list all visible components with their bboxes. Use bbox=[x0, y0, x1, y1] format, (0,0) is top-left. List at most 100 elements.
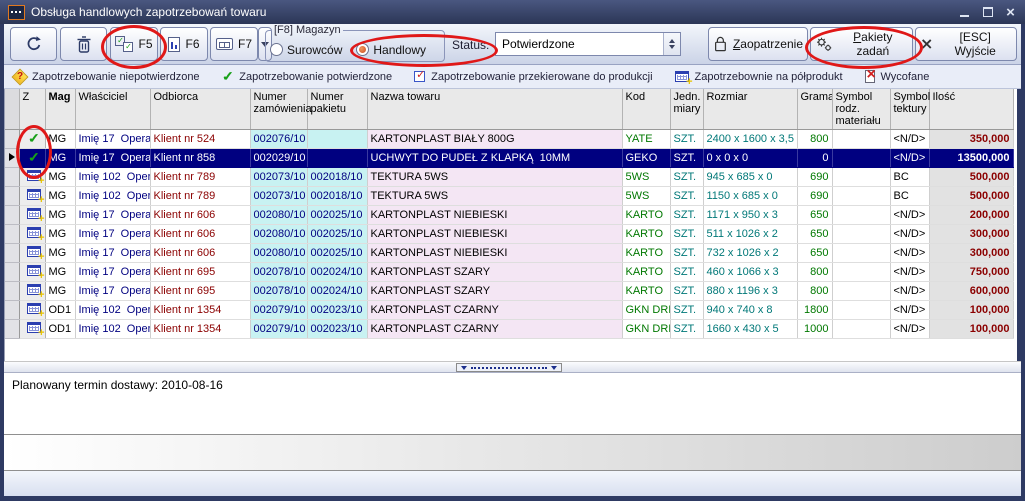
col-header-jedn-miary[interactable]: Jedn. miary bbox=[670, 89, 703, 130]
col-header-odbiorca[interactable]: Odbiorca bbox=[150, 89, 250, 130]
col-header-kod[interactable]: Kod bbox=[622, 89, 670, 130]
col-header-symbol-rodz[interactable]: Symbol rodz. materiału bbox=[832, 89, 890, 130]
row-selector-cell[interactable] bbox=[5, 263, 19, 282]
window-title: Obsługa handlowych zapotrzebowań towaru bbox=[31, 5, 952, 19]
cell-package_no: 002023/10 bbox=[307, 320, 367, 339]
pakiety-zadan-button[interactable]: Pakiety zadań bbox=[810, 27, 913, 61]
col-header-numer-pakietu[interactable]: Numer pakietu bbox=[307, 89, 367, 130]
cell-package_no: 002024/10 bbox=[307, 263, 367, 282]
confirm-f5-button[interactable]: ✓✓ F5 bbox=[110, 27, 158, 61]
requisitions-table[interactable]: Z Mag Właściciel Odbiorca Numer zamówien… bbox=[5, 89, 1014, 339]
cell-unit: SZT. bbox=[670, 301, 703, 320]
table-row[interactable]: +OD1Imię 102 OperaKlient nr 1354002079/1… bbox=[5, 301, 1013, 320]
row-selector-cell[interactable] bbox=[5, 149, 19, 168]
table-row[interactable]: +MGImię 17 OperatKlient nr 606002080/100… bbox=[5, 206, 1013, 225]
cell-name: KARTONPLAST NIEBIESKI bbox=[367, 225, 622, 244]
minimize-button-icon[interactable] bbox=[958, 6, 971, 19]
cell-order_no: 002078/10 bbox=[250, 263, 307, 282]
delete-button[interactable] bbox=[60, 27, 107, 61]
cell-name: KARTONPLAST SZARY bbox=[367, 263, 622, 282]
cell-name: TEKTURA 5WS bbox=[367, 187, 622, 206]
col-header-gramatura[interactable]: Gramatura bbox=[797, 89, 832, 130]
halfproduct-icon: + bbox=[27, 227, 41, 238]
radio-surowcow[interactable]: Surowców bbox=[270, 43, 342, 57]
row-selector-cell[interactable] bbox=[5, 320, 19, 339]
col-header-nazwa-towaru[interactable]: Nazwa towaru bbox=[367, 89, 622, 130]
cell-order_no: 002073/10 bbox=[250, 168, 307, 187]
row-selector-cell[interactable] bbox=[5, 130, 19, 149]
col-header-gutter bbox=[5, 89, 19, 130]
col-header-numer-zamowienia[interactable]: Numer zamówienia bbox=[250, 89, 307, 130]
cell-package_no bbox=[307, 149, 367, 168]
zaopatrzenie-button[interactable]: Zaopatrzenie bbox=[708, 27, 808, 61]
cell-code: KARTO bbox=[622, 282, 670, 301]
row-selector-cell[interactable] bbox=[5, 206, 19, 225]
splitter-handle[interactable] bbox=[456, 363, 562, 372]
cell-unit: SZT. bbox=[670, 168, 703, 187]
row-selector-cell[interactable] bbox=[5, 225, 19, 244]
col-header-wlasciciel[interactable]: Właściciel bbox=[75, 89, 150, 130]
status-icon-cell: + bbox=[19, 244, 45, 263]
table-row[interactable]: +MGImię 102 OperaKlient nr 789002073/100… bbox=[5, 168, 1013, 187]
cell-qty: 200,000 bbox=[929, 206, 1013, 225]
col-header-z[interactable]: Z bbox=[19, 89, 45, 130]
confirmed-check-icon: ✓ bbox=[28, 131, 40, 147]
cell-code: YATE bbox=[622, 130, 670, 149]
legend-confirmed-label: Zapotrzebowanie potwierdzone bbox=[239, 71, 392, 83]
cell-recipient: Klient nr 1354 bbox=[150, 301, 250, 320]
legend-unconfirmed: ? Zapotrzebowanie niepotwierdzone bbox=[14, 71, 200, 83]
col-header-rozmiar[interactable]: Rozmiar bbox=[703, 89, 797, 130]
table-row[interactable]: +MGImię 102 OperaKlient nr 789002073/100… bbox=[5, 187, 1013, 206]
cell-material_symbol bbox=[832, 225, 890, 244]
radio-handlowy[interactable]: Handlowy bbox=[356, 43, 426, 57]
status-spinner-icon[interactable] bbox=[663, 33, 680, 55]
col-header-symbol-tektury[interactable]: Symbol tektury bbox=[890, 89, 929, 130]
col-header-mag[interactable]: Mag bbox=[45, 89, 75, 130]
cell-unit: SZT. bbox=[670, 130, 703, 149]
cell-mag: OD1 bbox=[45, 320, 75, 339]
table-row[interactable]: +MGImię 17 OperatKlient nr 606002080/100… bbox=[5, 225, 1013, 244]
cell-mag: MG bbox=[45, 263, 75, 282]
exit-button[interactable]: × [ESC] Wyjście bbox=[915, 27, 1017, 61]
close-button-icon[interactable]: × bbox=[1004, 6, 1017, 19]
cell-material_symbol bbox=[832, 168, 890, 187]
confirm-sheets-icon: ✓✓ bbox=[115, 36, 133, 52]
cell-size: 732 x 1026 x 2 bbox=[703, 244, 797, 263]
cell-size: 2400 x 1600 x 3,5 bbox=[703, 130, 797, 149]
cell-owner: Imię 17 Operat bbox=[75, 282, 150, 301]
cell-qty: 500,000 bbox=[929, 168, 1013, 187]
report-f6-button[interactable]: F6 bbox=[160, 27, 208, 61]
card-f7-button[interactable]: F7 bbox=[210, 27, 258, 61]
table-row[interactable]: ✓MGImię 17 OperatKlient nr 858002029/10U… bbox=[5, 149, 1013, 168]
cell-grammage: 800 bbox=[797, 130, 832, 149]
col-header-ilosc[interactable]: Ilość bbox=[929, 89, 1013, 130]
status-combobox[interactable]: Potwierdzone bbox=[495, 32, 681, 56]
cell-name: KARTONPLAST BIAŁY 800G bbox=[367, 130, 622, 149]
table-row[interactable]: +MGImię 17 OperatKlient nr 606002080/100… bbox=[5, 244, 1013, 263]
status-icon-cell: ✓ bbox=[19, 149, 45, 168]
cell-recipient: Klient nr 524 bbox=[150, 130, 250, 149]
cell-material_symbol bbox=[832, 320, 890, 339]
row-selector-cell[interactable] bbox=[5, 244, 19, 263]
table-row[interactable]: ✓MGImię 17 OperatKlient nr 524002076/10K… bbox=[5, 130, 1013, 149]
row-selector-cell[interactable] bbox=[5, 168, 19, 187]
table-row[interactable]: +MGImię 17 OperatKlient nr 695002078/100… bbox=[5, 282, 1013, 301]
checked-box-icon bbox=[414, 71, 425, 82]
row-selector-cell[interactable] bbox=[5, 282, 19, 301]
row-selector-cell[interactable] bbox=[5, 301, 19, 320]
table-row[interactable]: +MGImię 17 OperatKlient nr 695002078/100… bbox=[5, 263, 1013, 282]
table-row[interactable]: +OD1Imię 102 OperaKlient nr 1354002079/1… bbox=[5, 320, 1013, 339]
cell-qty: 350,000 bbox=[929, 130, 1013, 149]
status-label: Status: bbox=[452, 38, 489, 52]
refresh-button[interactable] bbox=[10, 27, 57, 61]
cell-board_symbol: BC bbox=[890, 168, 929, 187]
row-selector-cell[interactable] bbox=[5, 187, 19, 206]
cell-recipient: Klient nr 1354 bbox=[150, 320, 250, 339]
cell-recipient: Klient nr 606 bbox=[150, 206, 250, 225]
cell-owner: Imię 17 Operat bbox=[75, 206, 150, 225]
cell-size: 945 x 685 x 0 bbox=[703, 168, 797, 187]
cell-recipient: Klient nr 858 bbox=[150, 149, 250, 168]
status-icon-cell: + bbox=[19, 206, 45, 225]
maximize-button-icon[interactable] bbox=[981, 6, 994, 19]
radio-selected-icon bbox=[356, 43, 369, 56]
